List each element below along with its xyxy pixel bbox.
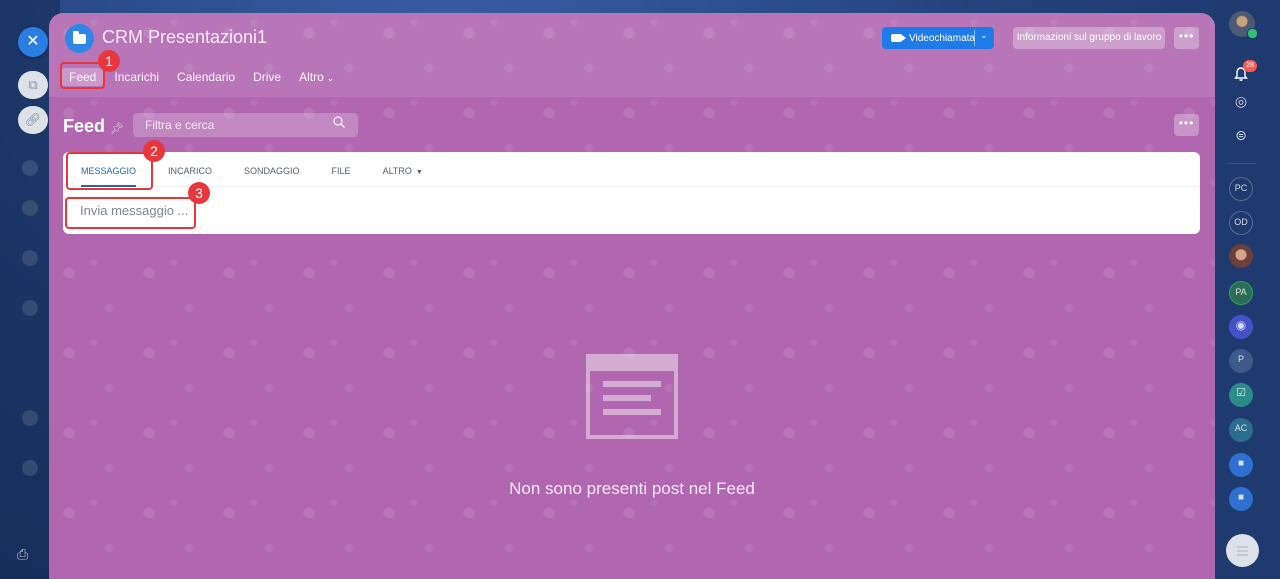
tab-incarico[interactable]: INCARICO xyxy=(152,152,228,186)
tab-altro-composer[interactable]: ALTRO ▼ xyxy=(367,152,439,186)
background-menu-dot xyxy=(22,460,38,476)
link-icon: 🔗︎ xyxy=(24,112,42,127)
pin-icon[interactable]: 📌︎ xyxy=(110,122,124,135)
folder-icon xyxy=(73,30,86,44)
contact-avatar-p[interactable]: P xyxy=(1229,349,1253,373)
notifications-badge: 28 xyxy=(1243,60,1257,72)
chat-channel-icon[interactable]: ◉ xyxy=(1229,315,1253,339)
contact-avatar-photo[interactable] xyxy=(1229,244,1253,268)
camera-icon xyxy=(891,34,906,42)
caret-down-icon: ▼ xyxy=(415,169,423,176)
video-call-button[interactable]: Videochiamata ⌄ xyxy=(882,27,994,49)
chevron-down-icon: ⌄ xyxy=(326,73,335,83)
menu-lines-icon xyxy=(1237,546,1248,556)
contact-avatar-ac[interactable]: AC xyxy=(1229,418,1253,442)
video-chat-icon[interactable]: ■ xyxy=(1229,453,1253,477)
tab-drive[interactable]: Drive xyxy=(245,68,289,86)
callout-badge-1: 1 xyxy=(98,50,120,72)
workgroup-panel: CRM Presentazioni1 Feed Incarichi Calend… xyxy=(49,13,1215,579)
online-status-icon xyxy=(1247,28,1258,39)
page-title: Feed xyxy=(63,116,106,136)
external-link-icon: ⧉ xyxy=(28,77,38,92)
background-menu-dot xyxy=(22,250,38,266)
messenger-button[interactable] xyxy=(1226,534,1259,567)
search-icon[interactable] xyxy=(333,116,345,128)
callout-badge-3: 3 xyxy=(188,182,210,204)
close-icon: ✕ xyxy=(26,33,40,50)
document-icon xyxy=(586,354,678,439)
background-menu-dot xyxy=(22,410,38,426)
contact-avatar-od[interactable]: OD xyxy=(1229,211,1253,235)
empty-state-text: Non sono presenti post nel Feed xyxy=(509,479,755,498)
contact-avatar-pa[interactable]: PA xyxy=(1229,281,1253,305)
tab-file[interactable]: FILE xyxy=(316,152,367,186)
group-avatar[interactable] xyxy=(65,24,94,53)
copilot-icon[interactable]: ◎ xyxy=(1229,91,1253,115)
task-chat-icon[interactable]: ☑ xyxy=(1229,383,1253,407)
background-menu-dot xyxy=(22,200,38,216)
feed-more-button[interactable]: ••• xyxy=(1174,114,1199,136)
post-composer: MESSAGGIO INCARICO SONDAGGIO FILE ALTRO ▼… xyxy=(63,152,1200,234)
tab-calendario[interactable]: Calendario xyxy=(169,68,243,86)
video-chat-icon[interactable]: ■ xyxy=(1229,487,1253,511)
search-chat-icon[interactable]: ⊜ xyxy=(1229,125,1253,149)
tab-sondaggio[interactable]: SONDAGGIO xyxy=(228,152,316,186)
video-call-label: Videochiamata xyxy=(909,32,975,44)
composer-tabs: MESSAGGIO INCARICO SONDAGGIO FILE ALTRO ▼ xyxy=(63,152,1200,187)
close-slider-button[interactable]: ✕ xyxy=(18,27,48,57)
tab-incarichi[interactable]: Incarichi xyxy=(106,68,167,86)
header-more-button[interactable]: ••• xyxy=(1174,27,1199,49)
search-input[interactable] xyxy=(133,113,358,137)
tab-altro[interactable]: Altro ⌄ xyxy=(291,68,342,86)
background-menu-dot xyxy=(22,160,38,176)
contact-avatar-pc[interactable]: PC xyxy=(1229,177,1253,201)
callout-box-2 xyxy=(66,152,153,190)
print-icon[interactable]: ⎙ xyxy=(17,546,33,562)
open-in-new-window-button[interactable]: ⧉ xyxy=(18,71,48,99)
group-title[interactable]: CRM Presentazioni1 xyxy=(102,27,267,48)
callout-box-3 xyxy=(65,197,196,229)
workgroup-info-button[interactable]: Informazioni sul gruppo di lavoro xyxy=(1013,27,1165,49)
copy-link-button[interactable]: 🔗︎ xyxy=(18,106,48,134)
background-menu-dot xyxy=(22,300,38,316)
callout-badge-2: 2 xyxy=(143,140,165,162)
chevron-down-icon[interactable]: ⌄ xyxy=(980,30,988,41)
